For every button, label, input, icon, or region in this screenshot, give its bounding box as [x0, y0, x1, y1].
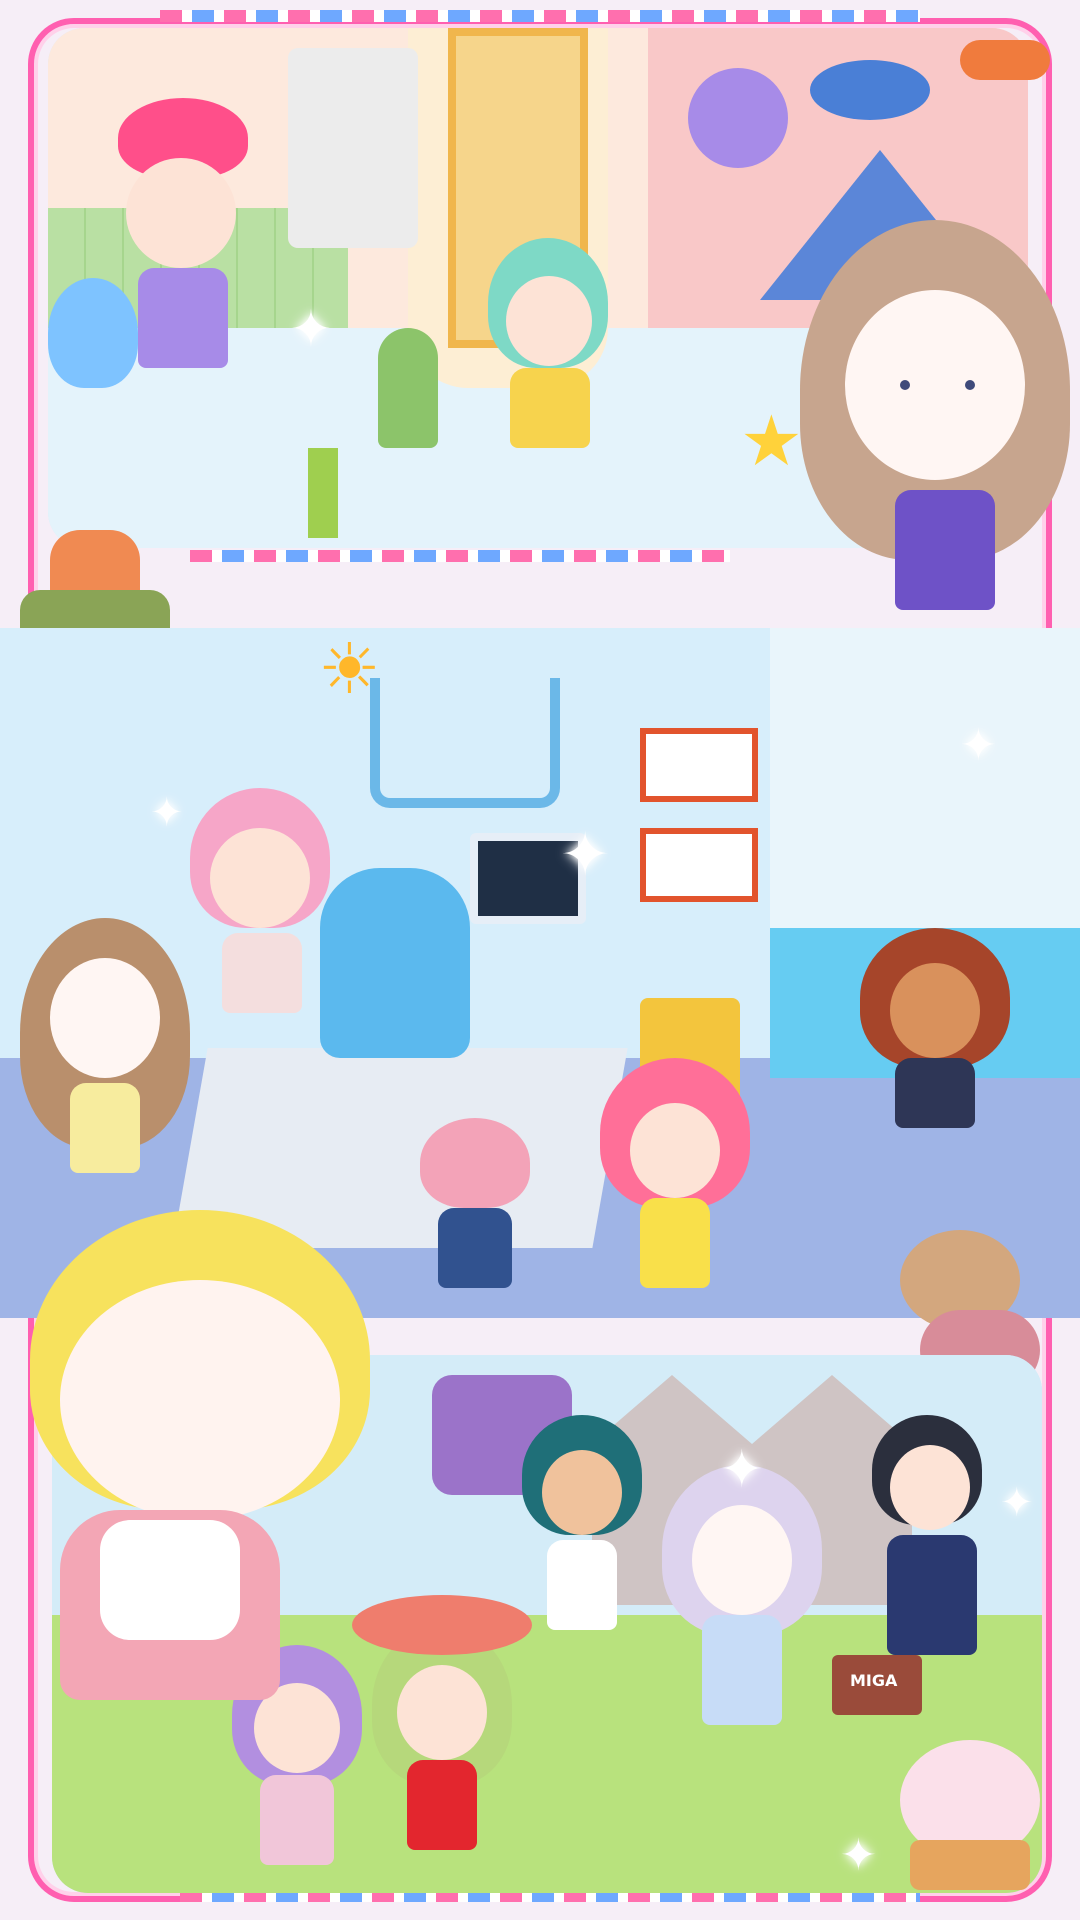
oven [288, 48, 418, 248]
character-head [60, 1280, 340, 1520]
character-head [542, 1450, 622, 1535]
potted-plant [378, 328, 438, 448]
character-body [510, 368, 590, 448]
ufo-icon [810, 60, 930, 120]
panel-stripe-divider [190, 550, 730, 562]
character-hair [48, 278, 138, 388]
wall-certificate [640, 828, 758, 902]
dental-lamp [370, 678, 560, 808]
right-eye [965, 380, 975, 390]
sun-icon: ☀ [318, 628, 381, 710]
character-hair [420, 1118, 530, 1208]
chopstick-holder [308, 448, 338, 538]
character-body [407, 1760, 477, 1850]
character-body [887, 1535, 977, 1655]
character-body [640, 1198, 710, 1288]
dental-chair[interactable] [320, 868, 470, 1058]
character-head [50, 958, 160, 1078]
character-body [547, 1540, 617, 1630]
character-head [845, 290, 1025, 480]
character-body [138, 268, 228, 368]
character-body [702, 1615, 782, 1725]
character-head [630, 1103, 720, 1198]
white-apron [100, 1520, 240, 1640]
sparkle-icon: ✦ [1000, 1480, 1034, 1526]
miga-sign-label: MIGA [850, 1671, 898, 1690]
sparkle-icon: ✦ [560, 820, 611, 890]
character-body [70, 1083, 140, 1173]
teapot-icon[interactable] [880, 1700, 1060, 1900]
character-head [397, 1665, 487, 1760]
character-head [692, 1505, 792, 1615]
top-stripe-border [160, 10, 920, 22]
character-body [260, 1775, 334, 1865]
star-icon: ★ [740, 400, 803, 482]
sparkle-icon: ✦ [720, 1440, 764, 1500]
sun-hat [352, 1595, 532, 1655]
character-body [895, 1058, 975, 1128]
airplane-icon [960, 40, 1050, 80]
sparkle-icon: ✦ [290, 300, 332, 358]
character-head [126, 158, 236, 268]
character-body [895, 490, 995, 610]
character-body [438, 1208, 512, 1288]
character-head [890, 1445, 970, 1530]
character-head [506, 276, 592, 366]
sparkle-icon: ✦ [150, 790, 184, 836]
sparkle-icon: ✦ [960, 720, 997, 771]
character-body [222, 933, 302, 1013]
wall-certificate [640, 728, 758, 802]
sparkle-icon: ✦ [840, 1830, 877, 1881]
character-head [890, 963, 980, 1058]
purple-ball [688, 68, 788, 168]
left-eye [900, 380, 910, 390]
character-head [210, 828, 310, 928]
